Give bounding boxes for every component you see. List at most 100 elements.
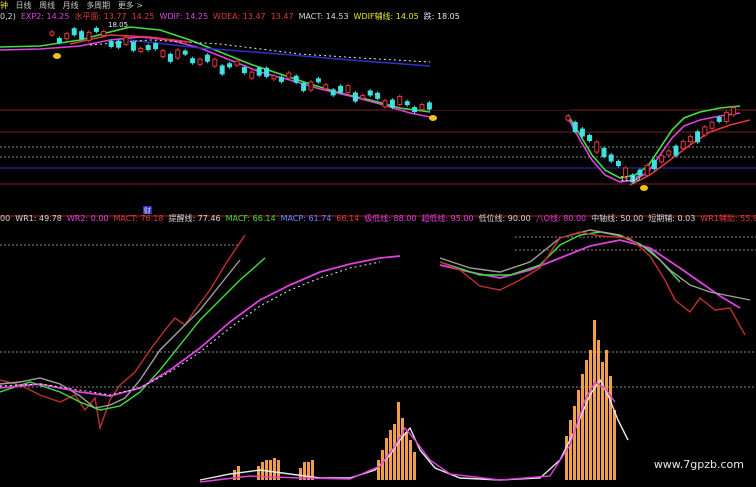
kline-chart[interactable]: 18.05 11.10 财 xyxy=(0,0,756,487)
main-indicator-value: 跌: 18.05 xyxy=(423,12,460,21)
sub-lines xyxy=(0,229,751,431)
sub-indicator-value: 超低线: 95.00 xyxy=(421,214,474,223)
volume-bar xyxy=(565,436,568,480)
candle xyxy=(572,122,578,132)
magenta-wr-line xyxy=(0,255,401,397)
candle xyxy=(153,43,159,50)
candle xyxy=(687,136,693,143)
period-toolbar: 钟 日线 周线 月线 多周期 更多 > xyxy=(0,0,148,11)
main-indicator-value: WDIF辅线: 14.05 xyxy=(353,12,419,21)
candle xyxy=(293,75,299,83)
candle xyxy=(666,150,672,156)
tab-daily[interactable]: 日线 xyxy=(16,1,32,10)
volume-bar xyxy=(377,460,380,480)
main-indicator-value: WDEA: 13.47 xyxy=(213,12,266,21)
sub-indicator-bar: 00 WR1: 49.78 WR2: 0.00 MACT: 76.18 提醒线: 77.… xyxy=(0,213,756,224)
volume-bar xyxy=(613,410,616,480)
candle xyxy=(419,103,425,110)
candle xyxy=(389,99,395,108)
volume-bar xyxy=(589,350,592,480)
volume-bar xyxy=(393,424,396,480)
white-dot-line xyxy=(0,261,381,396)
candle xyxy=(587,135,593,141)
candle xyxy=(731,107,737,116)
sub-indicator-value: 66.14 xyxy=(336,214,360,223)
candle xyxy=(130,41,136,51)
candle xyxy=(673,145,679,156)
sub-indicator-value: 极低线: 88.00 xyxy=(364,214,417,223)
candle xyxy=(397,95,403,105)
sub-indicator-value: WR2: 0.00 xyxy=(66,214,109,223)
volume-bar xyxy=(573,406,576,480)
candle xyxy=(145,45,151,51)
watermark: www.7gpzb.com xyxy=(653,458,744,471)
main-indicator-value: MACT: 14.53 xyxy=(298,12,349,21)
candle xyxy=(375,92,381,99)
tab-weekly[interactable]: 周线 xyxy=(39,1,55,10)
candle xyxy=(615,161,621,166)
main-indicator-value: 13.47 xyxy=(270,12,294,21)
main-indicator-value: EXP2: 14.25 xyxy=(20,12,70,21)
candle xyxy=(182,50,188,55)
candle xyxy=(644,164,650,176)
signal-marker xyxy=(640,185,648,191)
candles xyxy=(49,26,737,184)
tab-more[interactable]: 更多 > xyxy=(118,1,143,10)
volume-bar xyxy=(577,390,580,480)
candle xyxy=(360,94,366,99)
candle xyxy=(101,30,107,36)
candle xyxy=(594,141,600,153)
volume-bar xyxy=(413,452,416,480)
volume-bar xyxy=(303,462,306,480)
candle xyxy=(579,128,585,137)
volume-bar xyxy=(609,376,612,480)
candle xyxy=(702,126,708,136)
candle xyxy=(234,60,240,66)
candle xyxy=(330,89,336,96)
candle xyxy=(197,58,203,65)
candle xyxy=(601,148,607,157)
signal-marker xyxy=(429,115,437,121)
candle xyxy=(123,36,129,45)
candle xyxy=(716,116,722,122)
candle xyxy=(271,75,277,80)
candle xyxy=(565,115,571,121)
green-wr-line-right xyxy=(439,231,681,283)
candle xyxy=(382,100,388,108)
volume-bar xyxy=(257,466,260,480)
candle xyxy=(241,67,247,74)
candle xyxy=(412,107,418,113)
red-wr-line-right xyxy=(439,231,746,336)
sub-indicator-value: 00 xyxy=(0,214,11,223)
volume-bar xyxy=(569,420,572,480)
main-indicator-value: 0,2) xyxy=(0,12,16,21)
candle xyxy=(352,92,358,102)
volume-bar xyxy=(409,440,412,480)
candle xyxy=(71,28,77,36)
sub-indicator-value: MACP: 61.74 xyxy=(280,214,332,223)
sub-indicator-value: 提醒线: 77.46 xyxy=(168,214,221,223)
candle xyxy=(49,31,55,36)
candle xyxy=(56,37,62,43)
volume-bar xyxy=(585,360,588,480)
candle xyxy=(264,67,270,77)
candle xyxy=(404,101,410,106)
volume-bar xyxy=(581,374,584,480)
volume-bar xyxy=(597,340,600,480)
volume-bar xyxy=(605,350,608,480)
candle xyxy=(138,47,144,52)
candle xyxy=(249,71,255,79)
main-indicator-value: WDIF: 14.25 xyxy=(159,12,209,21)
volume-bar xyxy=(601,362,604,480)
candle xyxy=(286,72,292,79)
tab-monthly[interactable]: 月线 xyxy=(63,1,79,10)
candle xyxy=(219,65,225,75)
tab-multi-period[interactable]: 多周期 xyxy=(86,1,110,10)
candle xyxy=(308,81,314,91)
candle xyxy=(167,53,173,62)
sub-indicator-value: 八O线: 80.00 xyxy=(535,214,587,223)
sub-indicator-value: MACF: 66.14 xyxy=(225,214,276,223)
candle xyxy=(64,33,70,40)
main-indicator-bar: 0,2) EXP2: 14.25 水平面: 13.77 14.25 WDIF: 14.2… xyxy=(0,11,465,22)
candle xyxy=(345,85,351,94)
